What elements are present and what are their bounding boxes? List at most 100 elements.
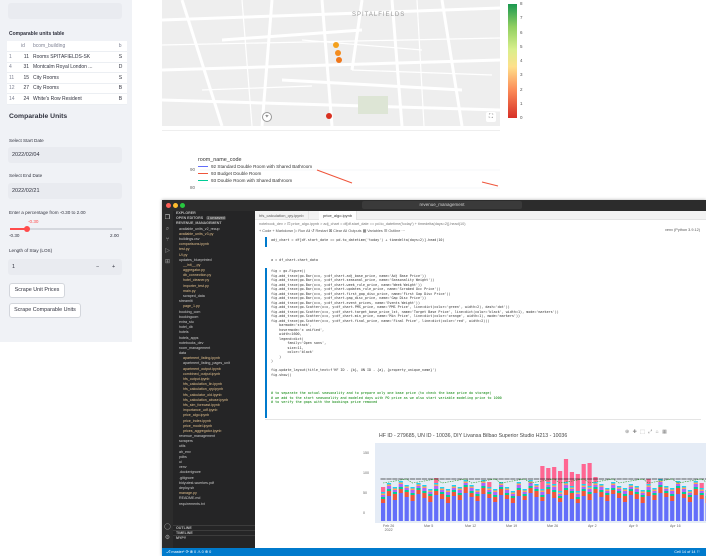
bar-segment[interactable]	[652, 493, 657, 495]
bar-segment[interactable]	[670, 501, 675, 521]
bar-segment[interactable]	[569, 487, 574, 490]
bar-segment[interactable]	[493, 495, 498, 497]
bar-segment[interactable]	[451, 486, 456, 489]
bar-segment[interactable]	[652, 500, 657, 521]
bar-segment[interactable]	[699, 483, 704, 488]
bar-segment[interactable]	[487, 498, 492, 521]
bar-segment[interactable]	[504, 488, 510, 491]
bar-segment[interactable]	[516, 488, 521, 490]
bar-segment[interactable]	[628, 484, 633, 486]
bar-segment[interactable]	[398, 482, 403, 485]
bar-segment[interactable]	[699, 493, 704, 495]
bar-segment[interactable]	[440, 490, 445, 492]
bar-segment[interactable]	[687, 495, 692, 497]
bar-segment[interactable]	[563, 483, 569, 486]
run-debug-icon[interactable]: ▷	[164, 248, 171, 255]
bar-segment[interactable]	[522, 496, 527, 500]
bar-segment[interactable]	[646, 479, 651, 484]
bar-segment[interactable]	[575, 497, 580, 499]
bar-segment[interactable]	[422, 493, 427, 498]
kernel-picker[interactable]: venv (Python 3.9.12)	[665, 228, 700, 232]
bar-segment[interactable]	[652, 488, 657, 490]
bar-segment[interactable]	[664, 497, 669, 521]
bar-segment[interactable]	[558, 496, 563, 498]
bar-segment[interactable]	[381, 499, 386, 503]
bar-segment[interactable]	[552, 498, 557, 521]
bar-segment[interactable]	[516, 483, 521, 486]
bar-segment[interactable]	[552, 485, 557, 488]
bar-segment[interactable]	[634, 489, 639, 492]
bar-segment[interactable]	[599, 490, 604, 492]
code-cell[interactable]: adj_chart = df[df.start_date == pd.to_da…	[271, 238, 445, 243]
bar-segment[interactable]	[599, 487, 604, 490]
bar-segment[interactable]	[569, 491, 574, 493]
bar-segment[interactable]	[558, 494, 563, 496]
bar-segment[interactable]	[398, 489, 403, 493]
bar-segment[interactable]	[670, 488, 675, 490]
bar-segment[interactable]	[587, 500, 592, 521]
bar-segment[interactable]	[398, 487, 403, 489]
bar-segment[interactable]	[693, 495, 698, 521]
bar-segment[interactable]	[516, 482, 521, 484]
bar-segment[interactable]	[546, 489, 551, 494]
scrape-comparable-units-button[interactable]: Scrape Comparable Units	[9, 303, 81, 318]
minimize-window-icon[interactable]	[173, 203, 178, 208]
bar-segment[interactable]	[481, 494, 486, 521]
bar-segment[interactable]	[398, 481, 403, 483]
bar-segment[interactable]	[410, 488, 415, 491]
bar-segment[interactable]	[451, 492, 456, 496]
bar-segment[interactable]	[428, 490, 433, 493]
bar-segment[interactable]	[681, 489, 687, 492]
bar-segment[interactable]	[392, 492, 397, 494]
bar-segment[interactable]	[640, 495, 645, 497]
bar-segment[interactable]	[422, 498, 427, 521]
bar-segment[interactable]	[528, 486, 533, 488]
bar-segment[interactable]	[522, 500, 527, 521]
slider-thumb[interactable]	[24, 226, 30, 232]
settings-gear-icon[interactable]: ⚙	[164, 535, 171, 542]
mypy-section[interactable]: MYPY	[173, 535, 255, 540]
bar-segment[interactable]	[392, 490, 397, 492]
bar-segment[interactable]	[410, 495, 415, 501]
bar-segment[interactable]	[416, 483, 421, 485]
bar-segment[interactable]	[487, 494, 492, 498]
bar-segment[interactable]	[581, 487, 586, 489]
bar-segment[interactable]	[552, 487, 557, 490]
bar-segment[interactable]	[670, 496, 675, 501]
bar-segment[interactable]	[416, 486, 421, 488]
bar-segment[interactable]	[628, 491, 633, 495]
bar-segment[interactable]	[640, 503, 645, 521]
bar-segment[interactable]	[587, 494, 592, 500]
bar-segment[interactable]	[451, 485, 456, 487]
bar-segment[interactable]	[546, 485, 551, 487]
bar-segment[interactable]	[646, 487, 651, 490]
bar-segment[interactable]	[416, 488, 421, 490]
bar-segment[interactable]	[534, 497, 539, 521]
bar-segment[interactable]	[605, 501, 610, 521]
bar-segment[interactable]	[534, 485, 539, 488]
bar-segment[interactable]	[428, 494, 433, 496]
bar-segment[interactable]	[681, 487, 687, 490]
window-title[interactable]: revenue_management	[362, 201, 522, 209]
bar-segment[interactable]	[546, 494, 551, 521]
files-icon[interactable]: ❐	[164, 215, 171, 222]
bar-segment[interactable]	[575, 503, 580, 521]
bar-segment[interactable]	[475, 492, 480, 494]
bar-segment[interactable]	[652, 495, 657, 500]
price-bar-chart[interactable]	[375, 443, 706, 523]
code-cell[interactable]: fig = go.Figure() fig.add_trace(go.Bar(x…	[271, 269, 559, 377]
bar-segment[interactable]	[664, 487, 669, 490]
legend-item[interactable]: 92 Standard Double Room with Shared Bath…	[198, 163, 312, 170]
bar-segment[interactable]	[593, 489, 598, 493]
bar-segment[interactable]	[593, 477, 598, 482]
bar-segment[interactable]	[646, 496, 651, 521]
bar-segment[interactable]	[699, 489, 704, 492]
bar-segment[interactable]	[381, 492, 386, 494]
bar-segment[interactable]	[646, 485, 651, 488]
bar-segment[interactable]	[593, 487, 598, 489]
bar-segment[interactable]	[699, 499, 704, 521]
bar-segment[interactable]	[475, 494, 480, 496]
bar-segment[interactable]	[617, 493, 622, 498]
bar-segment[interactable]	[475, 501, 480, 521]
bar-segment[interactable]	[670, 494, 675, 496]
